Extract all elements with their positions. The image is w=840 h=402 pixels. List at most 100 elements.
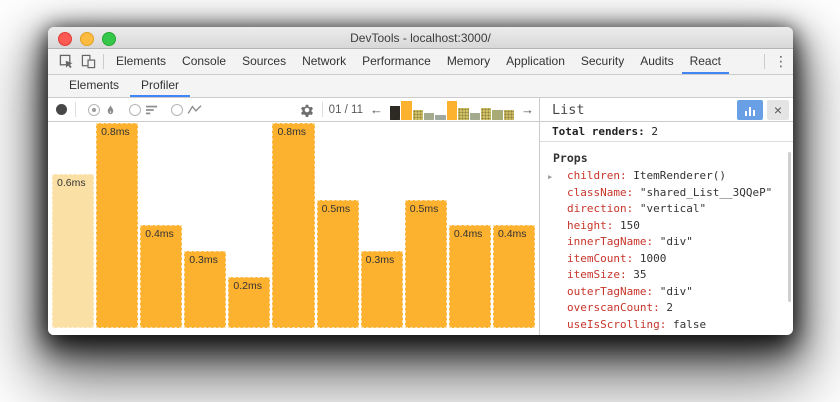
devtools-tabs: ElementsConsoleSourcesNetworkPerformance… [108, 49, 729, 74]
profiler-toolbar: 01 / 11 ← → [48, 98, 539, 122]
prop-value: "shared_List__3QQeP" [633, 186, 772, 199]
flame-icon [104, 103, 117, 117]
commit-bar[interactable]: 0.6ms [52, 174, 94, 328]
window-title: DevTools - localhost:3000/ [48, 27, 793, 48]
commit-bar[interactable]: 0.5ms [405, 200, 447, 328]
props-header: Props [553, 151, 793, 165]
total-renders-value [645, 125, 652, 138]
ranked-radio[interactable] [129, 104, 141, 116]
prop-value: 1000 [633, 252, 666, 265]
commit-bar[interactable]: 0.4ms [493, 225, 535, 328]
commit-bar[interactable]: 0.8ms [272, 123, 314, 328]
commit-duration-label: 0.5ms [410, 203, 439, 215]
previous-snapshot-arrow-icon[interactable]: ← [369, 103, 384, 116]
commit-bar[interactable]: 0.2ms [228, 277, 270, 328]
menu-divider [764, 54, 765, 69]
commit-duration-label: 0.6ms [57, 177, 86, 189]
minimap-snapshot-bar[interactable] [401, 101, 411, 120]
devtools-tab-elements[interactable]: Elements [108, 49, 174, 74]
devtools-tab-bar: ElementsConsoleSourcesNetworkPerformance… [48, 49, 793, 75]
flamegraph-mode[interactable] [88, 103, 117, 117]
toolbar-divider [103, 54, 104, 69]
commit-duration-label: 0.8ms [277, 126, 306, 138]
prop-name: itemCount: [567, 252, 633, 265]
render-chart-button[interactable] [737, 100, 763, 120]
interactions-radio[interactable] [171, 104, 183, 116]
devtools-tab-security[interactable]: Security [573, 49, 632, 74]
device-toolbar-icon[interactable] [77, 49, 99, 74]
commit-duration-label: 0.5ms [322, 203, 351, 215]
devtools-tab-network[interactable]: Network [294, 49, 354, 74]
react-panel-tabs: ElementsProfiler [58, 75, 190, 97]
prop-row-itemCount: itemCount: 1000 [540, 251, 793, 268]
devtools-tab-audits[interactable]: Audits [632, 49, 681, 74]
commit-bar[interactable]: 0.5ms [317, 200, 359, 328]
prop-name: innerTagName: [567, 235, 653, 248]
react-panel-tab-bar: ElementsProfiler [48, 75, 793, 98]
props-scrollbar[interactable] [788, 152, 791, 302]
toolbar-divider [75, 102, 76, 117]
interactions-mode[interactable] [171, 104, 203, 116]
details-header: List × [540, 98, 793, 122]
record-button[interactable] [56, 104, 67, 115]
prop-row-width: width: 300 [540, 333, 793, 335]
minimap-snapshot-bar[interactable] [481, 108, 491, 120]
prop-row-itemSize: itemSize: 35 [540, 267, 793, 284]
devtools-tab-performance[interactable]: Performance [354, 49, 439, 74]
devtools-tab-react[interactable]: React [682, 49, 729, 74]
commit-bar[interactable]: 0.8ms [96, 123, 138, 328]
more-options-icon[interactable]: ⋮ [769, 49, 793, 74]
minimap-snapshot-bar[interactable] [424, 113, 434, 120]
prop-row-useIsScrolling: useIsScrolling: false [540, 317, 793, 334]
react-tab-profiler[interactable]: Profiler [130, 75, 190, 97]
minimap-snapshot-bar[interactable] [458, 108, 468, 120]
prop-row-children[interactable]: ▶ children: ItemRenderer() [540, 168, 793, 185]
react-tab-elements[interactable]: Elements [58, 75, 130, 97]
next-snapshot-arrow-icon[interactable]: → [520, 103, 535, 116]
snapshot-counter: 01 / 11 [329, 104, 363, 116]
commit-bar[interactable]: 0.4ms [140, 225, 182, 328]
flamegraph-radio[interactable] [88, 104, 100, 116]
profiler-pane: 01 / 11 ← → 0.6ms0.8ms0.4ms0.3ms0.2ms0.8… [48, 98, 539, 335]
snapshot-minimap[interactable] [390, 99, 514, 120]
prop-value: "div" [653, 285, 693, 298]
prop-value: ItemRenderer() [627, 169, 726, 182]
close-details-icon[interactable]: × [767, 100, 789, 120]
prop-value: 35 [627, 268, 647, 281]
devtools-tab-application[interactable]: Application [498, 49, 573, 74]
commit-duration-chart: 0.6ms0.8ms0.4ms0.3ms0.2ms0.8ms0.5ms0.3ms… [48, 122, 539, 335]
minimap-snapshot-bar[interactable] [470, 113, 480, 120]
settings-gear-icon[interactable] [298, 103, 316, 117]
expand-triangle-icon[interactable]: ▶ [548, 169, 552, 186]
devtools-tab-sources[interactable]: Sources [234, 49, 294, 74]
prop-value: 150 [613, 219, 640, 232]
commit-duration-label: 0.4ms [454, 228, 483, 240]
commit-bar[interactable]: 0.3ms [361, 251, 403, 328]
minimap-snapshot-bar[interactable] [504, 110, 514, 120]
commit-duration-label: 0.3ms [189, 254, 218, 266]
prop-name: height: [567, 219, 613, 232]
prop-value: "vertical" [633, 202, 706, 215]
props-list: ▶children: ItemRenderer()className: "sha… [540, 168, 793, 335]
inspect-element-icon[interactable] [55, 49, 77, 74]
ranked-mode[interactable] [129, 104, 159, 116]
devtools-tab-memory[interactable]: Memory [439, 49, 498, 74]
devtools-tab-console[interactable]: Console [174, 49, 234, 74]
prop-name: children: [567, 169, 627, 182]
minimap-snapshot-bar[interactable] [492, 110, 502, 120]
total-renders-count: 2 [651, 125, 658, 138]
commit-duration-label: 0.2ms [233, 280, 262, 292]
minimap-snapshot-bar[interactable] [435, 115, 445, 120]
minimap-snapshot-bar[interactable] [447, 101, 457, 120]
minimap-snapshot-bar[interactable] [413, 110, 423, 120]
prop-row-innerTagName: innerTagName: "div" [540, 234, 793, 251]
prop-name: itemSize: [567, 268, 627, 281]
commit-duration-label: 0.4ms [498, 228, 527, 240]
commit-bar[interactable]: 0.4ms [449, 225, 491, 328]
prop-row-overscanCount: overscanCount: 2 [540, 300, 793, 317]
snapshot-navigation: 01 / 11 ← → [298, 99, 535, 120]
minimap-snapshot-bar[interactable] [390, 106, 400, 120]
commit-bar[interactable]: 0.3ms [184, 251, 226, 328]
total-renders-label: Total renders: [552, 125, 645, 138]
component-name: List [552, 102, 737, 118]
